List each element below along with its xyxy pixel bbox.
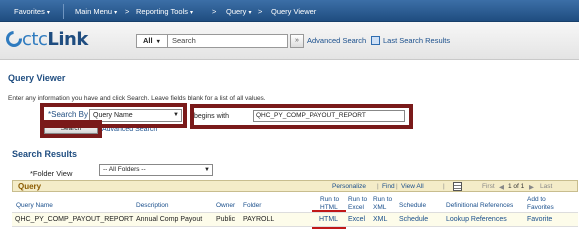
lookup-references-link[interactable]: Lookup References — [446, 216, 507, 223]
col-run-excel: Run to Excel — [348, 196, 368, 211]
col-run-xml: Run to XML — [373, 196, 393, 211]
col-folder[interactable]: Folder — [243, 202, 261, 210]
nav-main-menu[interactable]: Main Menu ▾ — [75, 5, 117, 18]
advanced-search-link[interactable]: Advanced Search — [102, 126, 157, 133]
grid-nav-divider: | — [377, 183, 379, 190]
nav-query-viewer[interactable]: Query Viewer — [271, 5, 316, 18]
folder-view-label: *Folder View — [30, 169, 73, 178]
cell-folder: PAYROLL — [243, 216, 275, 223]
col-run-html: Run to HTML — [320, 196, 340, 211]
view-all-link[interactable]: View All — [401, 183, 424, 190]
col-add-to-favorites: Add to Favorites — [527, 196, 554, 211]
grid-tab-query: Query — [18, 182, 42, 191]
col-owner[interactable]: Owner — [216, 202, 235, 210]
header-advanced-search-link[interactable]: Advanced Search — [307, 36, 366, 45]
ctclink-logo[interactable]: ctcLink — [6, 29, 88, 50]
results-grid-header: Query Personalize | Find | View All | Fi… — [12, 180, 578, 192]
nav-divider — [63, 4, 64, 19]
cell-description: Annual Comp Payout — [136, 216, 203, 223]
page-title: Query Viewer — [8, 73, 66, 83]
operator-label: begins with — [194, 113, 230, 120]
grid-nav-divider: | — [443, 183, 445, 190]
chevron-down-icon: ▾ — [189, 10, 193, 16]
download-grid-icon[interactable] — [453, 182, 462, 191]
col-description[interactable]: Description — [136, 202, 169, 210]
cell-query-name: QHC_PY_COMP_PAYOUT_REPORT — [15, 216, 134, 223]
last-link: Last — [540, 183, 553, 190]
col-definitional-references: Definitional References — [446, 202, 514, 209]
last-search-results-icon[interactable] — [371, 36, 380, 45]
header-bar: ctcLink All ▾ Search » Advanced Search L… — [0, 22, 579, 60]
cell-owner: Public — [216, 216, 236, 223]
schedule-link[interactable]: Schedule — [399, 216, 428, 223]
nav-separator: > — [258, 7, 263, 16]
chevron-down-icon: ▼ — [204, 167, 210, 173]
run-excel-link[interactable]: Excel — [348, 216, 365, 223]
nav-reporting-tools[interactable]: Reporting Tools ▾ — [136, 5, 193, 18]
nav-separator: > — [125, 7, 130, 16]
search-by-label: *Search By — [48, 110, 89, 119]
logo-prefix: ctc — [22, 29, 48, 50]
chevron-down-icon: ▾ — [114, 10, 118, 16]
chevron-down-icon: ▾ — [156, 39, 160, 45]
folder-view-select[interactable]: -- All Folders -- ▼ — [99, 164, 213, 176]
results-title: Search Results — [12, 149, 78, 159]
instructions-text: Enter any information you have and click… — [8, 95, 266, 102]
global-search-input[interactable]: Search — [168, 34, 288, 48]
run-xml-link[interactable]: XML — [373, 216, 387, 223]
paging-text: 1 of 1 — [508, 183, 525, 190]
chevron-down-icon: ▾ — [46, 10, 50, 16]
next-arrow-icon: ▶ — [529, 184, 534, 191]
top-nav-bar: Favorites ▾ Main Menu ▾ > Reporting Tools ▾… — [0, 0, 579, 22]
search-go-button[interactable]: » — [290, 34, 304, 48]
prev-arrow-icon: ◀ — [499, 184, 504, 191]
personalize-link[interactable]: Personalize — [332, 183, 366, 190]
col-schedule: Schedule — [399, 202, 427, 209]
logo-mark-icon — [6, 31, 22, 47]
nav-favorites[interactable]: Favorites ▾ — [14, 5, 50, 18]
chevron-down-icon: ▼ — [173, 112, 179, 118]
chevron-down-icon: ▾ — [248, 10, 252, 16]
favorite-link[interactable]: Favorite — [527, 216, 552, 223]
find-link[interactable]: Find — [382, 183, 395, 190]
nav-separator: > — [212, 7, 217, 16]
grid-nav-divider: | — [396, 183, 398, 190]
search-by-select[interactable]: Query Name ▼ — [89, 109, 182, 122]
first-link: First — [482, 183, 495, 190]
last-search-results-link[interactable]: Last Search Results — [383, 36, 450, 45]
search-button[interactable]: Search — [44, 124, 98, 134]
search-scope-select[interactable]: All ▾ — [136, 34, 168, 48]
run-html-link[interactable]: HTML — [319, 216, 338, 223]
query-name-input[interactable]: QHC_PY_COMP_PAYOUT_REPORT — [253, 110, 405, 122]
nav-query[interactable]: Query ▾ — [226, 5, 251, 18]
logo-suffix: Link — [47, 29, 88, 50]
col-query-name[interactable]: Query Name — [16, 202, 53, 210]
